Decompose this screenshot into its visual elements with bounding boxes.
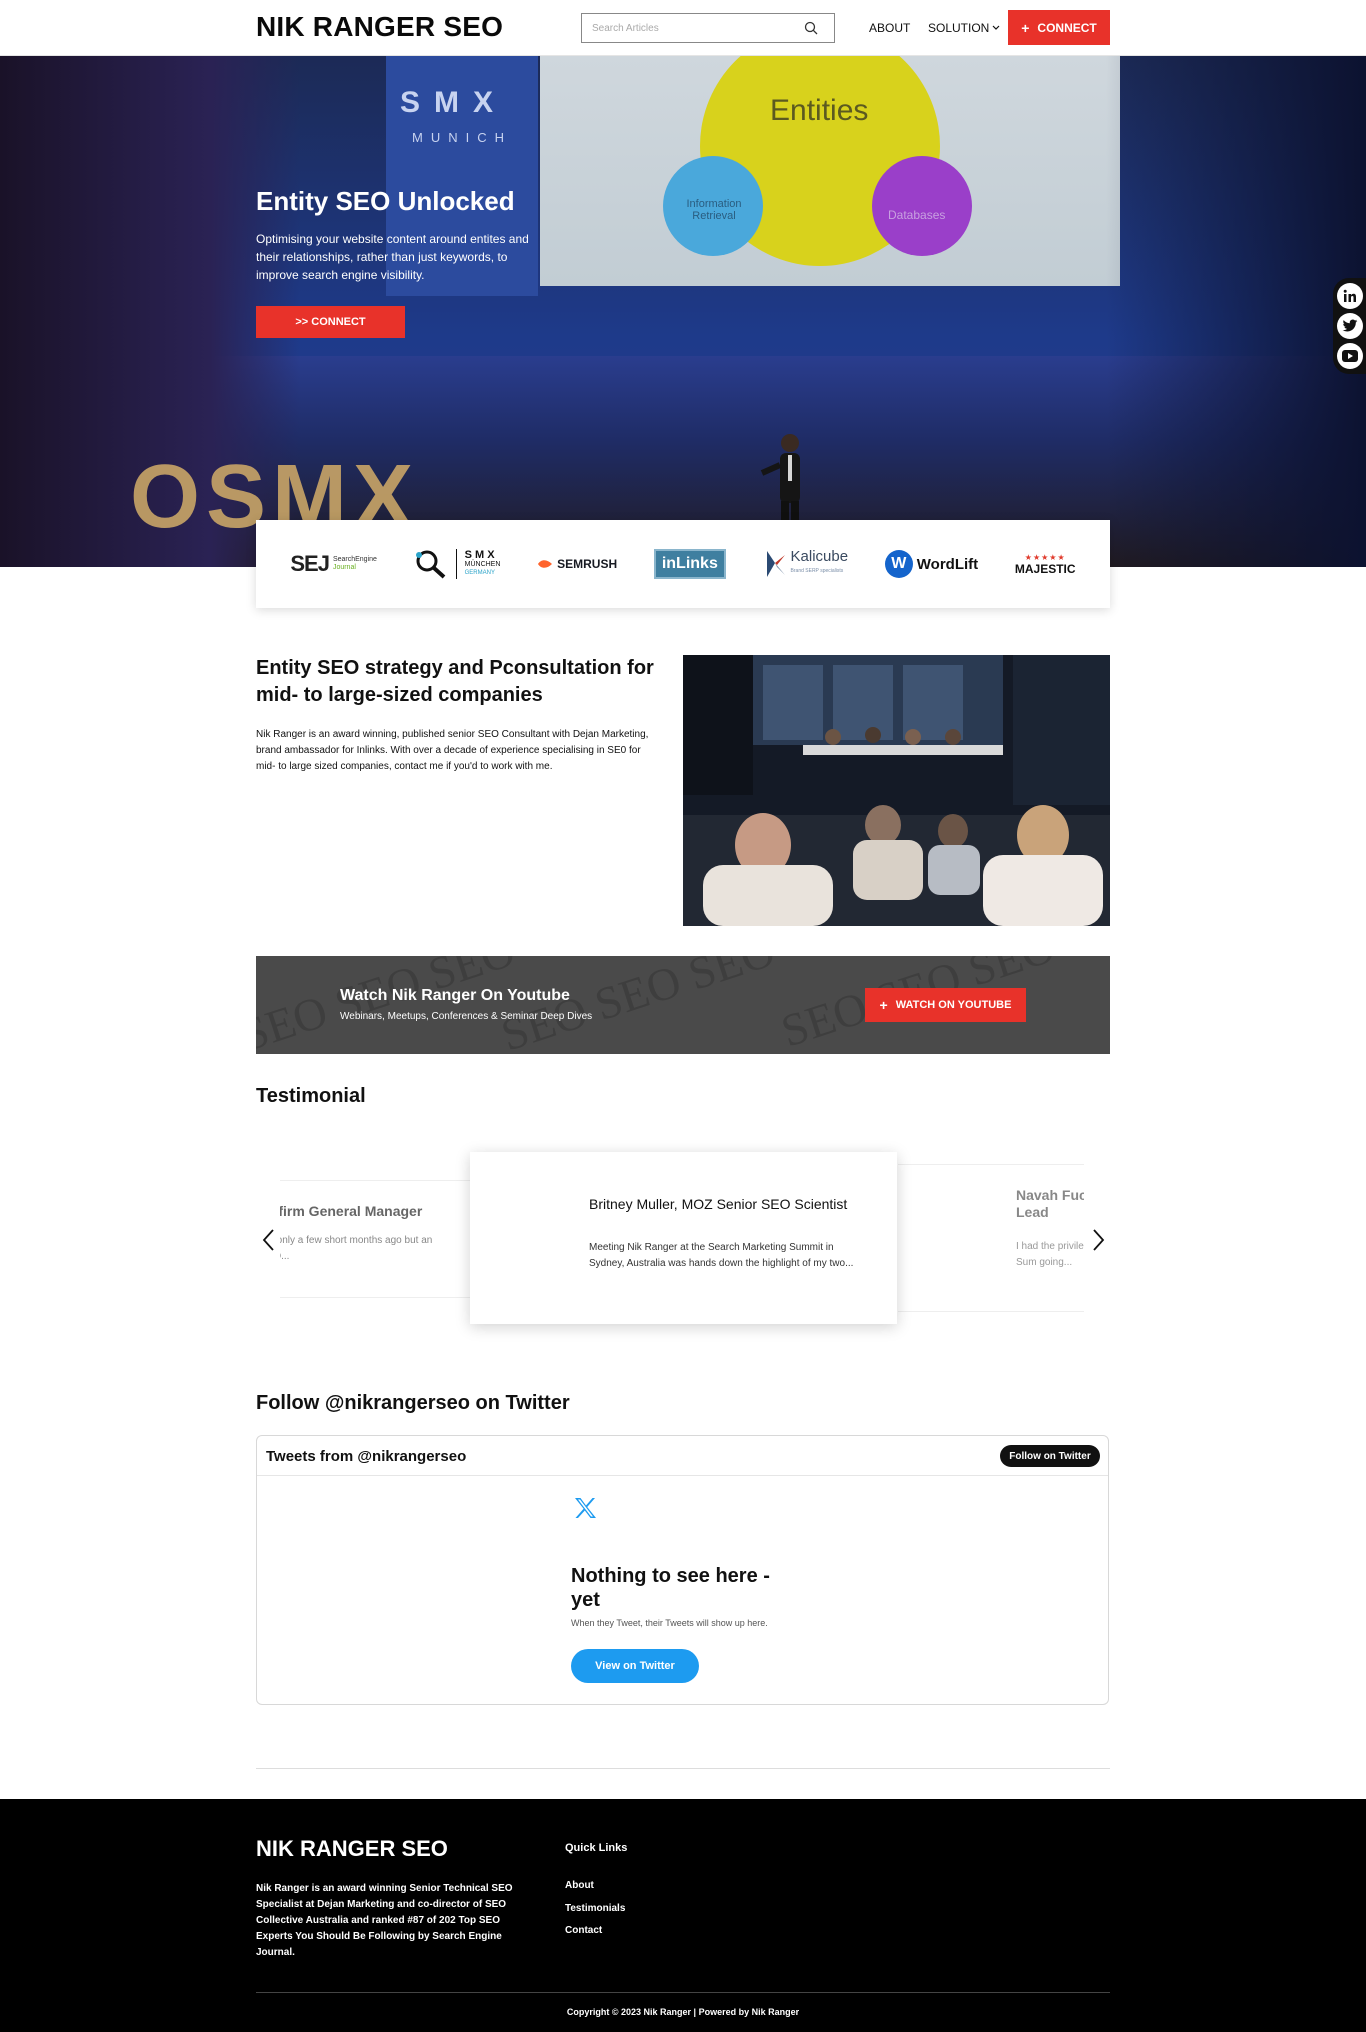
sej-text-bottom: Journal: [332, 564, 356, 571]
smx-sign-text: SMX: [400, 86, 508, 119]
carousel-prev-arrow[interactable]: [256, 1225, 280, 1255]
inlinks-text: inLinks: [661, 555, 718, 572]
majestic-stars-icon: ★★★★★: [1024, 552, 1066, 562]
chevron-left-icon: [262, 1229, 274, 1251]
site-logo[interactable]: NIK RANGER SEO: [256, 11, 503, 43]
kalicube-text: Kalicube: [790, 548, 849, 565]
twitter-timeline-embed: Tweets from @nikrangerseo Follow on Twit…: [256, 1435, 1109, 1705]
footer-link-testimonials[interactable]: Testimonials: [565, 1903, 625, 1914]
inlinks-logo: inLinks: [653, 549, 726, 579]
strategy-title: Entity SEO strategy and Pconsultation fo…: [256, 657, 654, 706]
twitter-icon[interactable]: [1336, 313, 1363, 339]
hero-subtitle: Optimising your website content around e…: [256, 232, 529, 282]
panel-event-illustration: [683, 655, 1110, 926]
hero-title: Entity SEO Unlocked: [256, 186, 515, 216]
nav-about[interactable]: ABOUT: [869, 21, 910, 35]
testimonial-card-prev[interactable]: ebfirm General Manager am only a few sho…: [280, 1180, 470, 1298]
smx-sign-subtext: MUNICH: [412, 130, 512, 145]
testimonial-name: Navah Fuc Team Lead: [1016, 1187, 1084, 1220]
sej-text-top: SearchEngine: [332, 556, 377, 563]
sej-logo: SEJ SearchEngine Journal: [290, 551, 377, 577]
testimonial-card-next[interactable]: Navah Fuc Team Lead I had the privile Ma…: [898, 1164, 1084, 1312]
youtube-icon[interactable]: [1336, 343, 1363, 369]
section-divider: [256, 1768, 1110, 1769]
x-logo-icon: [575, 1498, 596, 1518]
wordlift-mark: W: [884, 550, 913, 578]
youtube-banner: SEO SEO SEO SEO SEO SEO SEO SEO SEO Watc…: [256, 956, 1110, 1054]
smx-logo-mid: MÜNCHEN: [464, 560, 501, 568]
social-sidebar: [1333, 278, 1366, 374]
sej-mark: SEJ: [290, 551, 330, 576]
panel-event-photo: [683, 655, 1110, 926]
view-on-twitter-button[interactable]: View on Twitter: [571, 1649, 699, 1683]
testimonial-heading: Testimonial: [256, 1085, 366, 1107]
plus-icon: +: [879, 997, 888, 1013]
testimonial-card-active[interactable]: Britney Muller, MOZ Senior SEO Scientist…: [470, 1152, 897, 1324]
youtube-title: Watch Nik Ranger On Youtube: [340, 987, 570, 1004]
kalicube-mark-icon: [766, 551, 785, 577]
testimonial-name: Britney Muller, MOZ Senior SEO Scientist: [589, 1196, 848, 1212]
twitter-heading: Follow @nikrangerseo on Twitter: [256, 1392, 570, 1414]
follow-on-twitter-button[interactable]: Follow on Twitter: [1000, 1445, 1100, 1467]
semrush-logo: SEMRUSH: [537, 557, 617, 571]
testimonial-text: am only a few short months ago but an SE…: [280, 1235, 433, 1262]
footer-link-about[interactable]: About: [565, 1880, 594, 1891]
connect-label: CONNECT: [1037, 20, 1097, 35]
empty-timeline-title: Nothing to see here - yet: [571, 1565, 770, 1611]
testimonial-text: I had the privile Marketing Sum going...: [1016, 1241, 1084, 1268]
empty-timeline-text: When they Tweet, their Tweets will show …: [571, 1618, 768, 1628]
plus-icon: +: [1021, 19, 1030, 36]
footer-link-contact[interactable]: Contact: [565, 1925, 602, 1936]
smx-logo: S M X MÜNCHEN GERMANY: [414, 548, 501, 579]
semrush-flame-icon: [538, 560, 553, 568]
search-icon[interactable]: [804, 21, 818, 35]
tweets-from-label[interactable]: Tweets from @nikrangerseo: [266, 1448, 466, 1465]
connect-button[interactable]: + CONNECT: [1008, 10, 1110, 45]
watch-on-youtube-button[interactable]: + WATCH ON YOUTUBE: [865, 988, 1026, 1022]
majestic-logo: ★★★★★ MAJESTIC: [1015, 553, 1076, 576]
youtube-subtitle: Webinars, Meetups, Conferences & Seminar…: [340, 1011, 593, 1022]
partner-logos: SEJ SearchEngine Journal S M X MÜNCHEN G…: [256, 520, 1110, 608]
testimonial-name: ebfirm General Manager: [280, 1203, 423, 1219]
entities-label: Entities: [770, 94, 869, 127]
copyright: Copyright © 2023 Nik Ranger | Powered by…: [566, 2007, 800, 2017]
testimonial-text: Meeting Nik Ranger at the Search Marketi…: [589, 1242, 854, 1269]
twitter-embed-header: Tweets from @nikrangerseo Follow on Twit…: [257, 1436, 1108, 1476]
search-box[interactable]: [581, 13, 835, 43]
hero-connect-button[interactable]: >> CONNECT: [256, 306, 405, 338]
youtube-watermark: SEO SEO SEO: [256, 956, 521, 1054]
smx-logo-bottom: GERMANY: [464, 569, 495, 576]
footer-about: Nik Ranger is an award winning Senior Te…: [256, 1883, 513, 1958]
hero-banner: SMX MUNICH Entities Information Retrieva…: [0, 56, 1366, 567]
youtube-watermark: SEO SEO SEO: [495, 956, 781, 1054]
quick-links-title: Quick Links: [565, 1842, 628, 1854]
magnifier-logo-icon: [415, 550, 445, 579]
nav-solution-label: SOLUTION: [928, 21, 990, 35]
sej-wordmark: SearchEngine Journal: [333, 556, 377, 572]
watch-on-youtube-label: WATCH ON YOUTUBE: [895, 999, 1012, 1011]
footer-divider: [256, 1992, 1110, 1993]
kalicube-logo: Kalicube Brand SERP specialists: [763, 548, 849, 579]
majestic-text: MAJESTIC: [1014, 561, 1076, 576]
footer-logo[interactable]: NIK RANGER SEO: [256, 1836, 448, 1862]
kalicube-tagline: Brand SERP specialists: [790, 568, 844, 574]
smx-logo-divider: [455, 549, 457, 579]
wordlift-text: WordLift: [916, 555, 979, 573]
semrush-text: SEMRUSH: [557, 557, 618, 571]
chevron-right-icon: [1093, 1229, 1105, 1251]
linkedin-icon[interactable]: [1336, 283, 1363, 309]
information-retrieval-label: Information Retrieval: [686, 198, 742, 222]
databases-label: Databases: [888, 208, 946, 222]
databases-circle: [872, 156, 972, 256]
carousel-next-arrow[interactable]: [1087, 1225, 1111, 1255]
smx-logo-top: S M X: [464, 548, 495, 561]
wordlift-logo: W WordLift: [884, 550, 979, 578]
strategy-body: Nik Ranger is an award winning, publishe…: [256, 729, 649, 772]
site-footer: NIK RANGER SEO Nik Ranger is an award wi…: [0, 1799, 1366, 2032]
search-input[interactable]: [582, 22, 802, 34]
nav-solution[interactable]: SOLUTION: [928, 21, 1000, 35]
hero-shade-right: [1106, 56, 1366, 567]
site-header: NIK RANGER SEO ABOUT SOLUTION + CONNECT: [0, 0, 1366, 56]
chevron-down-icon: [992, 25, 1000, 30]
